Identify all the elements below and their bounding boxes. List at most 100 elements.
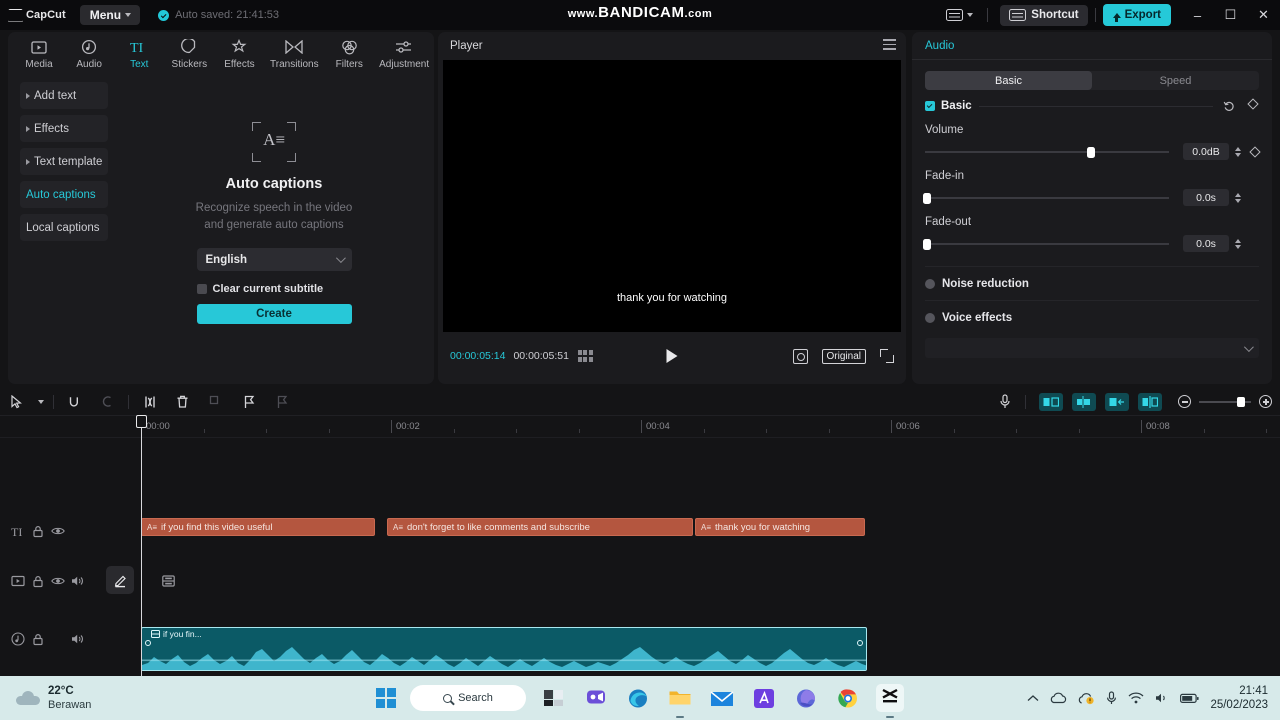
edit-track-button[interactable] (106, 566, 134, 594)
reset-icon[interactable] (1223, 99, 1235, 111)
fade-out-value[interactable]: 0.0s (1183, 235, 1229, 252)
speaker-icon[interactable] (68, 572, 88, 590)
volume-icon[interactable] (1155, 692, 1169, 704)
zoom-slider[interactable] (1199, 396, 1251, 407)
tab-basic[interactable]: Basic (925, 71, 1092, 90)
delete-button[interactable] (166, 388, 199, 416)
record-voiceover-button[interactable] (988, 388, 1021, 416)
select-tool-button[interactable] (0, 388, 33, 416)
create-button[interactable]: Create (196, 304, 352, 324)
redo-button[interactable] (91, 388, 124, 416)
undo-button[interactable] (58, 388, 91, 416)
eye-icon[interactable] (48, 522, 68, 540)
mail-icon[interactable] (708, 684, 736, 712)
taskview-icon[interactable] (540, 684, 568, 712)
microphone-icon[interactable] (1106, 691, 1117, 705)
voice-effects-toggle[interactable]: Voice effects (925, 300, 1259, 334)
fullscreen-icon[interactable] (880, 349, 894, 363)
file-explorer-icon[interactable] (666, 684, 694, 718)
teams-icon[interactable] (582, 684, 610, 712)
menu-button[interactable]: Menu (79, 5, 141, 25)
sidebar-item-local-captions[interactable]: Local captions (20, 214, 108, 241)
fade-in-value[interactable]: 0.0s (1183, 189, 1229, 206)
fade-in-slider[interactable] (923, 192, 1169, 204)
timeline-ruler[interactable]: 00:00 00:02 00:04 00:06 00:08 (0, 416, 1280, 438)
layout-button[interactable] (939, 9, 980, 21)
fade-out-slider-knob[interactable] (923, 238, 932, 250)
close-button[interactable]: ✕ (1247, 0, 1280, 30)
play-button[interactable] (666, 349, 678, 363)
clear-current-subtitle-checkbox[interactable]: Clear current subtitle (196, 283, 352, 295)
split-button[interactable] (133, 388, 166, 416)
playhead-handle[interactable] (136, 415, 147, 428)
sidebar-item-effects[interactable]: Effects (20, 115, 108, 142)
sidebar-item-add-text[interactable]: Add text (20, 82, 108, 109)
export-button[interactable]: Export (1102, 4, 1171, 26)
player-menu-icon[interactable] (883, 39, 896, 53)
zoom-in-icon[interactable] (1259, 395, 1272, 408)
search-input[interactable]: Search (410, 685, 526, 711)
lock-icon[interactable] (28, 630, 48, 648)
chevron-up-icon[interactable] (1027, 694, 1039, 703)
reverse-button[interactable] (1105, 392, 1129, 411)
volume-stepper[interactable] (1233, 146, 1242, 157)
text-clip[interactable]: A≡ if you find this video useful (141, 518, 375, 536)
chrome-icon[interactable] (834, 684, 862, 712)
zoom-fit-icon[interactable] (792, 348, 808, 364)
tab-text[interactable]: TI Text (114, 39, 164, 70)
crop-button[interactable] (199, 388, 232, 416)
volume-slider-knob[interactable] (1086, 146, 1095, 158)
tab-effects[interactable]: Effects (214, 39, 264, 70)
onedrive-icon[interactable] (1050, 692, 1067, 704)
office-icon[interactable] (792, 684, 820, 712)
speaker-icon[interactable] (68, 630, 88, 648)
select-tool-dropdown[interactable] (33, 388, 49, 416)
eye-icon[interactable] (48, 572, 68, 590)
tab-filters[interactable]: Filters (324, 39, 374, 70)
fade-in-stepper[interactable] (1233, 192, 1242, 203)
fade-in-slider-knob[interactable] (923, 192, 932, 204)
grid-icon[interactable] (577, 350, 593, 362)
tab-speed[interactable]: Speed (1092, 71, 1259, 90)
tab-transitions[interactable]: Transitions (264, 39, 324, 70)
marker-button[interactable] (232, 388, 265, 416)
noise-reduction-toggle[interactable]: Noise reduction (925, 266, 1259, 300)
tab-adjustment[interactable]: Adjustment (374, 39, 434, 70)
edge-icon[interactable] (624, 684, 652, 712)
capcut-icon[interactable] (876, 684, 904, 718)
fade-out-slider[interactable] (923, 238, 1169, 250)
volume-slider[interactable] (925, 146, 1169, 158)
split-center-button[interactable] (1138, 392, 1162, 411)
marker-add-button[interactable] (265, 388, 298, 416)
wifi-icon[interactable] (1128, 692, 1144, 704)
freeze-button[interactable] (1072, 392, 1096, 411)
fade-out-stepper[interactable] (1233, 238, 1242, 249)
weather-widget[interactable]: 22°C Berawan (16, 684, 91, 712)
minimize-button[interactable]: – (1181, 0, 1214, 30)
sidebar-item-text-template[interactable]: Text template (20, 148, 108, 175)
video-stage[interactable]: thank you for watching (443, 60, 901, 332)
text-clip[interactable]: A≡ thank you for watching (695, 518, 865, 536)
maximize-button[interactable]: ☐ (1214, 0, 1247, 30)
text-clip[interactable]: A≡ don't forget to like comments and sub… (387, 518, 693, 536)
audio-clip-right-handle[interactable] (857, 640, 863, 646)
zoom-out-icon[interactable] (1178, 395, 1191, 408)
zoom-slider-knob[interactable] (1237, 396, 1245, 407)
playhead[interactable] (136, 415, 147, 676)
scale-label[interactable]: Original (821, 348, 866, 364)
store-icon[interactable] (750, 684, 778, 712)
sidebar-item-auto-captions[interactable]: Auto captions (20, 181, 108, 208)
lock-icon[interactable] (28, 572, 48, 590)
battery-icon[interactable] (1180, 693, 1200, 704)
language-select[interactable]: English (196, 248, 352, 271)
tab-media[interactable]: Media (14, 39, 64, 70)
tab-stickers[interactable]: Stickers (164, 39, 214, 70)
audio-clip[interactable]: if you fin... (141, 627, 867, 671)
keyframe-icon[interactable] (1247, 98, 1259, 110)
windows-start-icon[interactable] (376, 688, 396, 708)
mirror-button[interactable] (1039, 392, 1063, 411)
shortcut-button[interactable]: Shortcut (1000, 4, 1088, 26)
update-icon[interactable] (1078, 692, 1095, 705)
volume-value[interactable]: 0.0dB (1183, 143, 1229, 160)
tab-audio[interactable]: Audio (64, 39, 114, 70)
